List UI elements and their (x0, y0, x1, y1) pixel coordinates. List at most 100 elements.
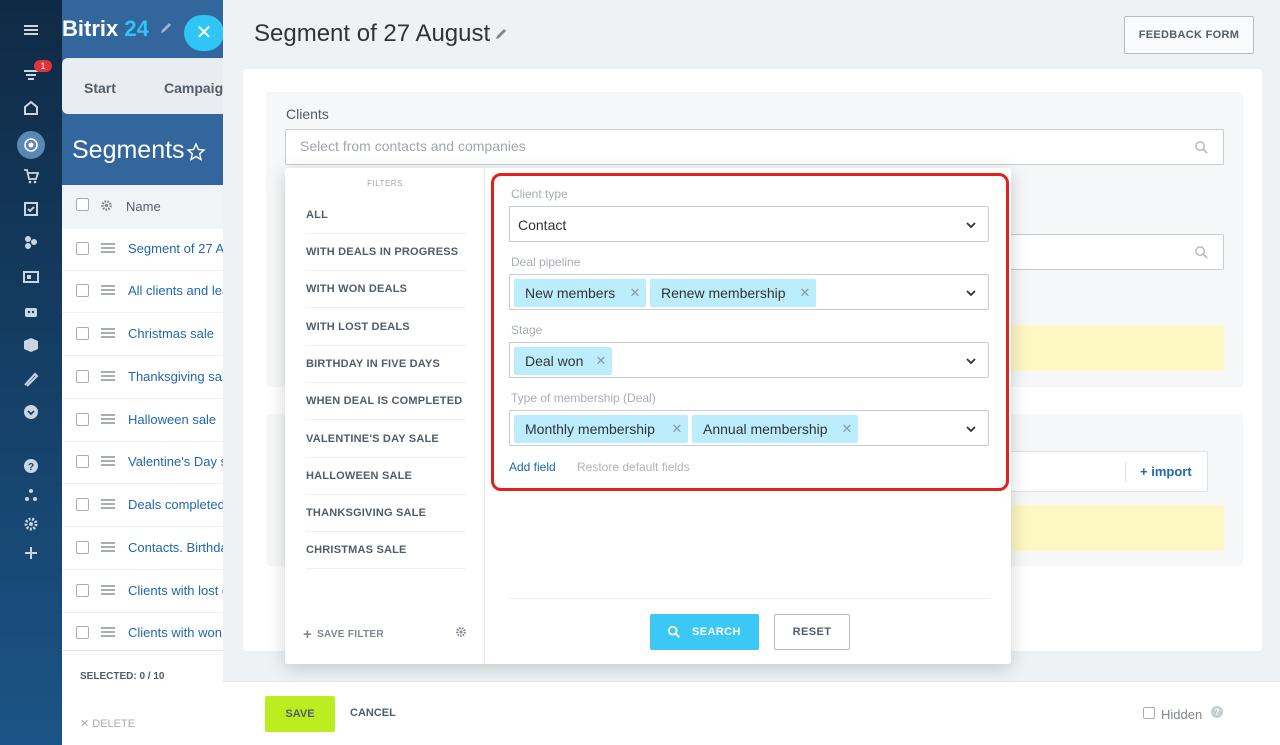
select-all-checkbox[interactable] (76, 198, 89, 211)
contacts-card-icon[interactable] (21, 267, 41, 287)
secondary-search-field[interactable] (1010, 234, 1224, 270)
table-row[interactable]: Contacts. Birthday (62, 528, 242, 570)
help-icon[interactable]: ? (21, 456, 41, 476)
table-row[interactable]: Valentine's Day sale (62, 442, 242, 484)
save-filter-button[interactable]: + SAVE FILTER (303, 626, 384, 643)
menu-icon[interactable] (21, 20, 41, 40)
drag-handle-icon[interactable] (101, 499, 115, 509)
row-link[interactable]: Deals completed (128, 497, 225, 512)
sign-icon[interactable] (21, 369, 41, 389)
filter-settings-gear-icon[interactable] (455, 626, 467, 638)
row-checkbox[interactable] (76, 242, 89, 255)
drag-handle-icon[interactable] (101, 371, 115, 381)
grid-settings-gear-icon[interactable] (100, 199, 113, 212)
drag-handle-icon[interactable] (101, 542, 115, 552)
cart-icon[interactable] (21, 166, 41, 186)
add-field-link[interactable]: Add field (509, 460, 556, 474)
column-name-header[interactable]: Name (126, 199, 161, 214)
star-icon[interactable] (186, 142, 206, 162)
deal-pipeline-select[interactable]: New members ✕ Renew membership ✕ (509, 274, 989, 310)
table-row[interactable]: Thanksgiving sale (62, 357, 242, 399)
close-slider-button[interactable]: ✕ (184, 15, 224, 51)
membership-type-select[interactable]: Monthly membership ✕ Annual membership ✕ (509, 410, 989, 446)
cancel-button[interactable]: CANCEL (350, 707, 396, 719)
box-icon[interactable] (21, 335, 41, 355)
remove-tag-icon[interactable]: ✕ (840, 415, 854, 443)
search-icon[interactable] (1194, 245, 1209, 260)
chevron-circle-icon[interactable] (21, 402, 41, 422)
preset-valentines[interactable]: VALENTINE'S DAY SALE (306, 421, 466, 458)
target-icon[interactable] (17, 131, 45, 159)
row-checkbox[interactable] (76, 284, 89, 297)
settings-gear-icon[interactable] (21, 514, 41, 534)
remove-tag-icon[interactable]: ✕ (798, 279, 812, 307)
robot-icon[interactable] (21, 301, 41, 321)
info-notice (1010, 325, 1224, 371)
feedback-form-button[interactable]: FEEDBACK FORM (1124, 16, 1254, 54)
row-checkbox[interactable] (76, 327, 89, 340)
table-row[interactable]: Segment of 27 August (62, 229, 242, 271)
clients-search-field[interactable] (285, 129, 1224, 165)
table-row[interactable]: Halloween sale (62, 400, 242, 442)
row-checkbox[interactable] (76, 541, 89, 554)
hidden-checkbox[interactable] (1143, 707, 1155, 719)
preset-halloween[interactable]: HALLOWEEN SALE (306, 458, 466, 495)
grid-header: Name (62, 185, 242, 229)
table-row[interactable]: Christmas sale (62, 314, 242, 356)
table-row[interactable]: All clients and leads (62, 271, 242, 313)
drag-handle-icon[interactable] (101, 243, 115, 253)
client-type-select[interactable]: Contact (509, 206, 989, 242)
import-link[interactable]: + import (1140, 464, 1192, 479)
structure-icon[interactable] (21, 485, 41, 505)
drag-handle-icon[interactable] (101, 585, 115, 595)
edit-title-pencil-icon[interactable] (495, 28, 507, 40)
row-link[interactable]: Contacts. Birthday (128, 540, 234, 555)
row-link[interactable]: Christmas sale (128, 326, 214, 341)
preset-thanksgiving[interactable]: THANKSGIVING SALE (306, 495, 466, 532)
reset-button[interactable]: RESET (774, 614, 850, 650)
remove-tag-icon[interactable]: ✕ (594, 347, 608, 375)
pencil-icon[interactable] (160, 22, 172, 34)
clients-search-input[interactable] (300, 138, 1160, 154)
restore-default-fields-link[interactable]: Restore default fields (577, 460, 690, 474)
preset-won-deals[interactable]: WITH WON DEALS (306, 271, 466, 308)
search-icon[interactable] (1194, 140, 1209, 155)
drag-handle-icon[interactable] (101, 328, 115, 338)
preset-birthday[interactable]: BIRTHDAY IN FIVE DAYS (306, 346, 466, 383)
preset-deal-completed[interactable]: WHEN DEAL IS COMPLETED (306, 383, 466, 420)
search-button[interactable]: SEARCH (650, 614, 759, 650)
row-checkbox[interactable] (76, 413, 89, 426)
preset-all[interactable]: ALL (306, 197, 466, 234)
tab-start[interactable]: Start (84, 80, 116, 96)
save-button[interactable]: SAVE (265, 696, 335, 732)
home-icon[interactable] (21, 98, 41, 118)
preset-deals-in-progress[interactable]: WITH DEALS IN PROGRESS (306, 234, 466, 271)
preset-lost-deals[interactable]: WITH LOST DEALS (306, 309, 466, 346)
row-link[interactable]: Halloween sale (128, 412, 216, 427)
table-row[interactable]: Deals completed (62, 485, 242, 527)
help-icon[interactable]: ? (1211, 706, 1223, 718)
preset-christmas[interactable]: CHRISTMAS SALE (306, 532, 466, 569)
remove-tag-icon[interactable]: ✕ (670, 415, 684, 443)
groups-icon[interactable] (21, 232, 41, 252)
drag-handle-icon[interactable] (101, 627, 115, 637)
add-icon[interactable] (21, 543, 41, 563)
bitrix-logo[interactable]: Bitrix 24 (62, 16, 149, 42)
tasks-icon[interactable] (21, 199, 41, 219)
row-link[interactable]: Thanksgiving sale (128, 369, 232, 384)
table-row[interactable]: Clients with won deals (62, 613, 242, 655)
remove-tag-icon[interactable]: ✕ (628, 279, 642, 307)
delete-button[interactable]: ✕ DELETE (80, 717, 135, 730)
table-row[interactable]: Clients with lost deals (62, 571, 242, 613)
row-checkbox[interactable] (76, 370, 89, 383)
row-checkbox[interactable] (76, 498, 89, 511)
tag: Renew membership ✕ (650, 279, 816, 307)
drag-handle-icon[interactable] (101, 285, 115, 295)
row-checkbox[interactable] (76, 584, 89, 597)
drag-handle-icon[interactable] (101, 456, 115, 466)
chevron-down-icon (966, 426, 976, 433)
drag-handle-icon[interactable] (101, 414, 115, 424)
row-checkbox[interactable] (76, 455, 89, 468)
stage-select[interactable]: Deal won ✕ (509, 342, 989, 378)
row-checkbox[interactable] (76, 626, 89, 639)
